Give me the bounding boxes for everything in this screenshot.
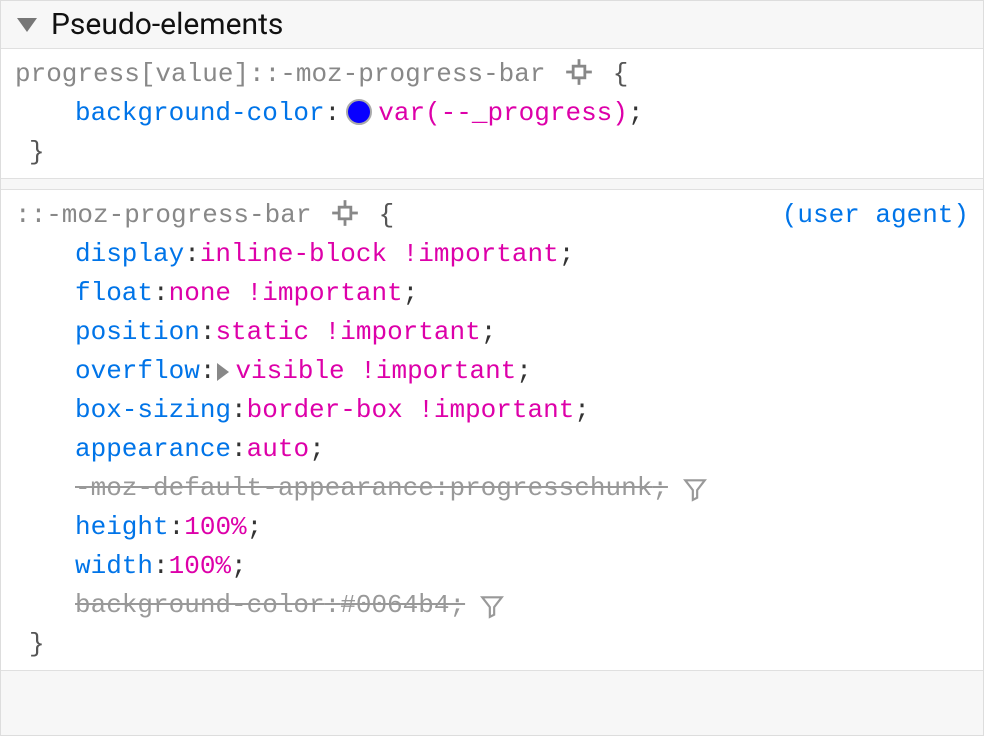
semicolon: ;	[574, 391, 590, 430]
colon: :	[153, 547, 169, 586]
css-rule: progress[value]::-moz-progress-bar { bac…	[1, 48, 983, 179]
color-swatch[interactable]	[346, 99, 372, 125]
collapse-icon[interactable]	[17, 18, 37, 32]
property-name[interactable]: background-color	[75, 586, 325, 625]
colon: :	[200, 313, 216, 352]
css-declaration[interactable]: background-color: var(--_progress);	[15, 94, 969, 133]
semicolon: ;	[652, 469, 668, 508]
css-declaration[interactable]: -moz-default-appearance: progresschunk;	[15, 469, 969, 508]
property-name[interactable]: position	[75, 313, 200, 352]
colon: :	[231, 430, 247, 469]
selector-highlighter-icon[interactable]	[565, 58, 593, 86]
property-name[interactable]: appearance	[75, 430, 231, 469]
colon: :	[200, 352, 216, 391]
open-brace: {	[379, 200, 395, 230]
colon: :	[434, 469, 450, 508]
property-value[interactable]: visible !important	[235, 352, 516, 391]
selector-line[interactable]: progress[value]::-moz-progress-bar {	[15, 55, 969, 94]
semicolon: ;	[481, 313, 497, 352]
selector-text[interactable]: ::-moz-progress-bar	[15, 200, 311, 230]
semicolon: ;	[449, 586, 465, 625]
property-value[interactable]: static !important	[215, 313, 480, 352]
property-name[interactable]: float	[75, 274, 153, 313]
semicolon: ;	[309, 430, 325, 469]
property-value[interactable]: progresschunk	[449, 469, 652, 508]
filter-icon[interactable]	[479, 593, 505, 619]
semicolon: ;	[231, 547, 247, 586]
section-title: Pseudo-elements	[51, 7, 283, 42]
css-declaration[interactable]: position: static !important;	[15, 313, 969, 352]
property-value[interactable]: 100%	[169, 547, 231, 586]
css-declaration[interactable]: height: 100%;	[15, 508, 969, 547]
property-name[interactable]: -moz-default-appearance	[75, 469, 434, 508]
property-name[interactable]: display	[75, 235, 184, 274]
close-brace: }	[29, 629, 45, 659]
css-declaration[interactable]: appearance: auto;	[15, 430, 969, 469]
css-declaration[interactable]: display: inline-block !important;	[15, 235, 969, 274]
css-declaration[interactable]: box-sizing: border-box !important;	[15, 391, 969, 430]
expand-icon[interactable]	[217, 363, 229, 381]
close-brace: }	[29, 137, 45, 167]
property-name[interactable]: height	[75, 508, 169, 547]
colon: :	[169, 508, 185, 547]
property-value[interactable]: auto	[247, 430, 309, 469]
property-value[interactable]: var(--_progress)	[378, 94, 628, 133]
css-declaration[interactable]: float: none !important;	[15, 274, 969, 313]
property-value[interactable]: none !important	[169, 274, 403, 313]
css-declaration[interactable]: background-color: #0064b4;	[15, 586, 969, 625]
property-value[interactable]: 100%	[184, 508, 246, 547]
property-name[interactable]: box-sizing	[75, 391, 231, 430]
semicolon: ;	[403, 274, 419, 313]
section-header[interactable]: Pseudo-elements	[1, 1, 983, 48]
selector-text[interactable]: progress[value]::-moz-progress-bar	[15, 59, 546, 89]
property-name[interactable]: overflow	[75, 352, 200, 391]
colon: :	[231, 391, 247, 430]
property-value[interactable]: #0064b4	[340, 586, 449, 625]
colon: :	[184, 235, 200, 274]
styles-panel: Pseudo-elements progress[value]::-moz-pr…	[0, 0, 984, 736]
semicolon: ;	[516, 352, 532, 391]
colon: :	[325, 586, 341, 625]
selector-highlighter-icon[interactable]	[331, 199, 359, 227]
filter-icon[interactable]	[682, 476, 708, 502]
rule-source[interactable]: (user agent)	[782, 196, 969, 235]
css-rule: (user agent) ::-moz-progress-bar { displ…	[1, 189, 983, 671]
property-name[interactable]: background-color	[75, 94, 325, 133]
selector-line[interactable]: (user agent) ::-moz-progress-bar {	[15, 196, 969, 235]
property-name[interactable]: width	[75, 547, 153, 586]
css-declaration[interactable]: width: 100%;	[15, 547, 969, 586]
property-value[interactable]: border-box !important	[247, 391, 575, 430]
semicolon: ;	[247, 508, 263, 547]
colon: :	[153, 274, 169, 313]
property-value[interactable]: inline-block !important	[200, 235, 559, 274]
semicolon: ;	[559, 235, 575, 274]
open-brace: {	[613, 59, 629, 89]
css-declaration[interactable]: overflow: visible !important;	[15, 352, 969, 391]
